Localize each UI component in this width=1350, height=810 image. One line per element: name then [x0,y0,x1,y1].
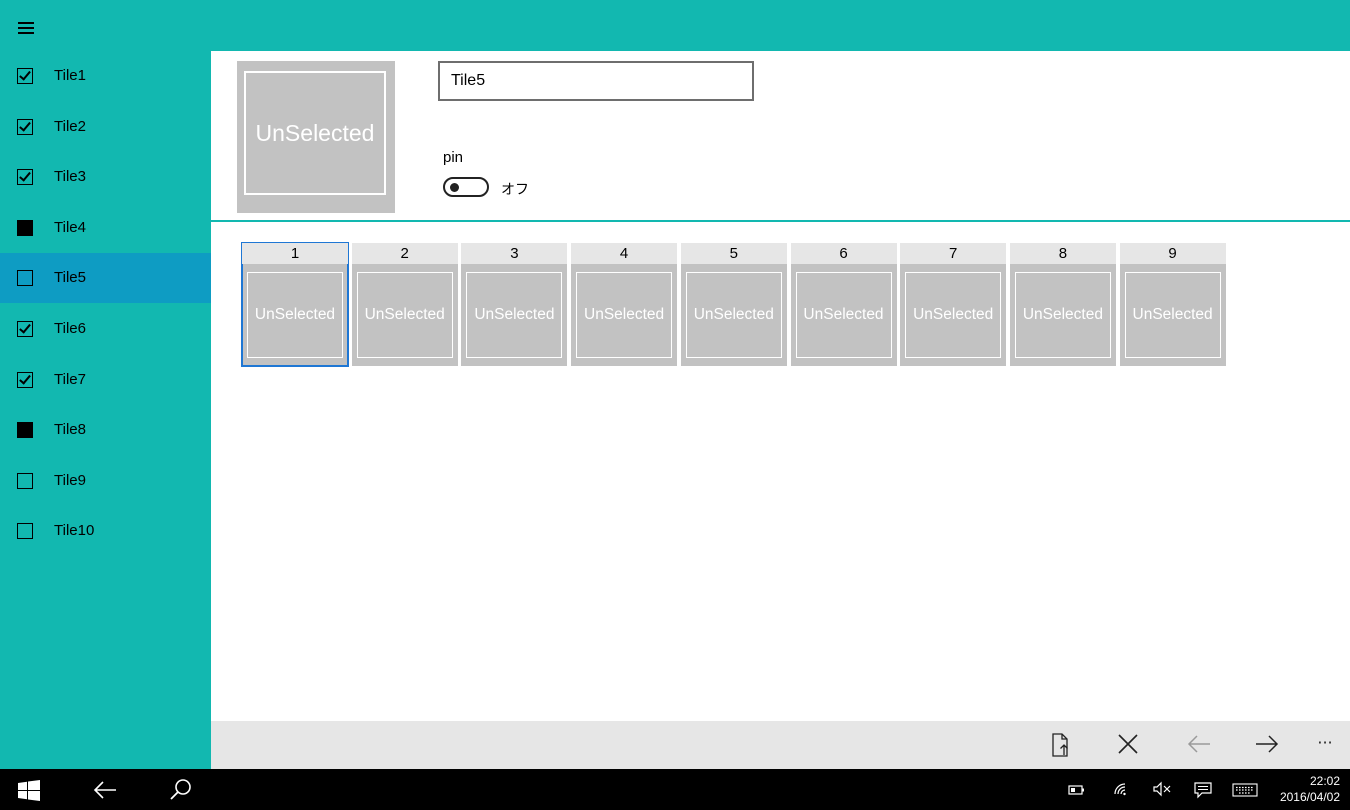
section-divider [211,220,1350,222]
sidebar-item-label: Tile10 [54,522,95,540]
taskbar: 22:02 2016/04/02 [0,769,1350,810]
sidebar-item-label: Tile4 [54,218,86,236]
grid-tile-number: 4 [571,243,678,264]
grid-tile-3[interactable]: 3 UnSelected [461,243,568,366]
grid-tile-label: UnSelected [1124,272,1221,358]
grid-tile-8[interactable]: 8 UnSelected [1009,243,1116,366]
grid-tile-6[interactable]: 6 UnSelected [790,243,897,366]
windows-start-icon[interactable] [18,780,40,805]
clock-date: 2016/04/02 [1279,790,1340,804]
grid-tile-number: 2 [351,243,458,264]
grid-tile-number: 3 [461,243,568,264]
tile-name-input[interactable] [438,61,754,101]
search-icon[interactable] [168,778,194,806]
grid-tile-number: 8 [1009,243,1116,264]
hamburger-menu-icon[interactable] [18,22,36,34]
grid-tile-number: 6 [790,243,897,264]
grid-tile-4[interactable]: 4 UnSelected [571,243,678,366]
grid-tile-label: UnSelected [905,272,1002,358]
sidebar-item-tile3[interactable]: Tile3 [0,152,211,202]
clock-time: 22:02 [1309,774,1340,788]
forward-arrow-icon[interactable] [1252,731,1282,759]
sidebar-checkbox[interactable] [17,270,33,287]
toggle-knob [450,183,459,192]
grid-tile-label: UnSelected [356,272,453,358]
sidebar-checkbox[interactable] [17,523,33,540]
sidebar-item-label: Tile6 [54,320,86,337]
sidebar-checkbox[interactable] [17,219,33,236]
sidebar-item-tile10[interactable]: Tile10 [0,506,211,556]
pin-label: pin [443,149,464,166]
sidebar-item-tile4[interactable]: Tile4 [0,203,211,253]
sidebar-checkbox[interactable] [17,371,33,388]
close-icon[interactable] [1113,731,1143,759]
pin-toggle[interactable] [443,177,489,197]
pin-toggle-state: オフ [501,181,529,197]
sidebar-checkbox[interactable] [17,68,33,84]
sidebar-item-tile9[interactable]: Tile9 [0,456,211,506]
keyboard-icon[interactable] [1232,782,1258,801]
more-options-icon[interactable]: ··· [1311,733,1339,761]
back-icon[interactable] [92,779,118,805]
sidebar-item-label: Tile8 [54,421,86,439]
clock[interactable]: 22:02 2016/04/02 [1280,773,1340,805]
open-file-icon[interactable] [1045,731,1075,759]
sidebar-item-tile8[interactable]: Tile8 [0,405,211,455]
grid-tile-2[interactable]: 2 UnSelected [351,243,458,366]
grid-tile-label: UnSelected [685,272,782,358]
grid-tile-label: UnSelected [1014,272,1111,358]
grid-tile-number: 1 [242,243,348,264]
command-bar: ··· [211,721,1350,769]
grid-tile-label: UnSelected [247,272,343,358]
sidebar-item-tile6[interactable]: Tile6 [0,304,211,354]
grid-tile-label: UnSelected [466,272,563,358]
grid-tile-number: 9 [1119,243,1226,264]
sidebar-item-label: Tile7 [54,370,86,388]
sidebar-item-tile1[interactable]: Tile1 [0,51,211,101]
sidebar-checkbox[interactable] [17,422,33,439]
tile-preview-label: UnSelected [244,71,386,195]
sidebar-item-label: Tile5 [54,269,86,287]
volume-muted-icon[interactable] [1152,781,1172,801]
grid-tile-1[interactable]: 1 UnSelected [241,242,349,367]
back-arrow-icon[interactable] [1184,731,1214,759]
title-bar [0,0,1350,51]
grid-tile-label: UnSelected [795,272,892,358]
sidebar-item-label: Tile1 [54,67,86,84]
grid-tile-7[interactable]: 7 UnSelected [900,243,1007,366]
grid-tile-5[interactable]: 5 UnSelected [680,243,787,366]
sidebar-item-tile2[interactable]: Tile2 [0,102,211,152]
tile-preview: UnSelected [237,61,395,213]
sidebar-checkbox[interactable] [17,321,33,337]
sidebar-item-tile7[interactable]: Tile7 [0,355,211,405]
sidebar-checkbox[interactable] [17,118,33,135]
grid-tile-9[interactable]: 9 UnSelected [1119,243,1226,366]
grid-tile-number: 7 [900,243,1007,264]
sidebar-item-label: Tile9 [54,471,86,489]
sidebar-item-label: Tile2 [54,117,86,135]
sidebar: Tile1 Tile2 Tile3 Tile4 Tile5 Tile6 Tile7 Tile8… [0,51,211,769]
grid-tile-label: UnSelected [576,272,673,358]
sidebar-item-tile5[interactable]: Tile5 [0,253,211,304]
grid-tile-number: 5 [680,243,787,264]
battery-icon[interactable] [1068,782,1086,801]
action-center-icon[interactable] [1193,781,1213,803]
wifi-icon[interactable] [1112,781,1130,801]
main-content: UnSelected pin オフ 1 UnSelected 2 UnSelected… [211,51,1350,721]
sidebar-item-label: Tile3 [54,168,86,186]
sidebar-checkbox[interactable] [17,169,33,186]
sidebar-checkbox[interactable] [17,472,33,489]
